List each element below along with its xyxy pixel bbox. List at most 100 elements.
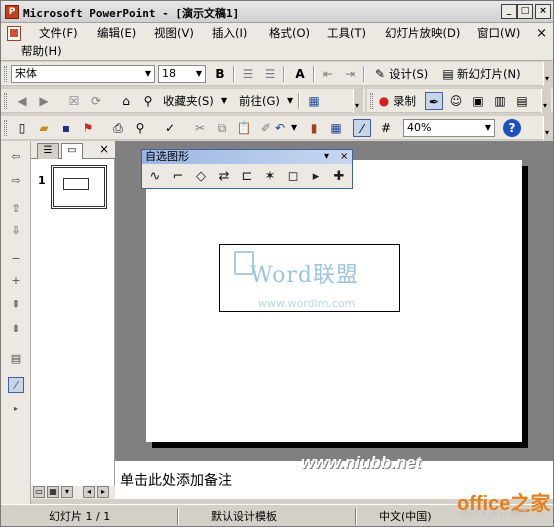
summary-slide-icon[interactable]: ▤ bbox=[8, 351, 24, 367]
close-pane-icon[interactable]: × bbox=[99, 142, 109, 156]
bullets-icon[interactable]: ☰ bbox=[261, 65, 279, 83]
show-formatting-icon[interactable]: ⁄ bbox=[8, 377, 24, 393]
increase-font-size-button[interactable]: A bbox=[291, 65, 309, 83]
record-button[interactable]: 录制 bbox=[393, 92, 416, 110]
toolbar-options-icon[interactable] bbox=[541, 89, 551, 113]
scroll-right-icon[interactable]: ▸ bbox=[97, 486, 109, 498]
flowchart-icon[interactable]: ⊏ bbox=[237, 167, 257, 187]
toolbar-menu-icon[interactable]: ▾ bbox=[324, 150, 329, 164]
menu-edit[interactable]: 编辑(E) bbox=[95, 24, 138, 42]
powerpoint-icon[interactable]: P bbox=[5, 5, 19, 19]
insert-chart-icon[interactable]: ▮ bbox=[305, 119, 323, 137]
record-icon[interactable]: ● bbox=[375, 92, 393, 110]
arrow-up-icon[interactable]: ⇧ bbox=[8, 201, 24, 217]
toolbar-options-icon[interactable] bbox=[543, 62, 553, 86]
menu-insert[interactable]: 插入(I) bbox=[210, 24, 249, 42]
paste-icon[interactable]: 📋 bbox=[235, 119, 253, 137]
outline-tab[interactable]: ☰ bbox=[37, 143, 59, 159]
slide-thumbnail[interactable] bbox=[51, 165, 107, 209]
toolbar-grip[interactable] bbox=[4, 93, 7, 109]
more-autoshapes-icon[interactable]: ✚ bbox=[329, 167, 349, 187]
show-web-toolbar-icon[interactable]: ▦ bbox=[305, 92, 323, 110]
increase-indent-icon[interactable]: ⇥ bbox=[341, 65, 359, 83]
chevron-down-icon[interactable]: ▼ bbox=[291, 119, 297, 137]
bold-button[interactable]: B bbox=[211, 65, 229, 83]
expand-all-icon[interactable]: ⇟ bbox=[8, 321, 24, 337]
arrow-right-icon[interactable]: ⇨ bbox=[8, 173, 24, 189]
toolbar-grip[interactable] bbox=[4, 66, 7, 82]
cut-icon[interactable]: ✂ bbox=[191, 119, 209, 137]
favorites-button[interactable]: 收藏夹(S) bbox=[163, 92, 214, 110]
print-preview-icon[interactable]: ⚲ bbox=[131, 119, 149, 137]
search-icon[interactable]: ⚲ bbox=[139, 92, 157, 110]
copy-icon[interactable]: ⧉ bbox=[213, 119, 231, 137]
go-button[interactable]: 前往(G) bbox=[239, 92, 280, 110]
broadcast-icon[interactable]: ▤ bbox=[513, 92, 531, 110]
chevron-down-icon[interactable]: ▼ bbox=[482, 120, 494, 136]
back-icon[interactable]: ◀ bbox=[13, 92, 31, 110]
stars-banners-icon[interactable]: ✶ bbox=[260, 167, 280, 187]
grid-icon[interactable]: # bbox=[377, 119, 395, 137]
print-icon[interactable]: ⎙ bbox=[109, 119, 127, 137]
autoshape-titlebar[interactable]: 自选图形 ▾ × bbox=[142, 150, 352, 164]
pen-icon[interactable]: ✒ bbox=[425, 92, 443, 110]
restore-button[interactable]: □ bbox=[517, 4, 533, 19]
collapse-all-icon[interactable]: ⇞ bbox=[8, 297, 24, 313]
arrow-left-icon[interactable]: ⇦ bbox=[8, 149, 24, 165]
font-size-combo[interactable]: 18 ▼ bbox=[158, 65, 206, 83]
arrow-down-icon[interactable]: ⇩ bbox=[8, 223, 24, 239]
normal-view-icon[interactable]: ▭ bbox=[33, 486, 45, 498]
document-icon[interactable] bbox=[7, 26, 21, 41]
chevron-down-icon[interactable]: ▼ bbox=[193, 66, 205, 82]
help-icon[interactable]: ? bbox=[503, 119, 521, 137]
close-toolbar-icon[interactable]: × bbox=[340, 150, 348, 164]
action-buttons-icon[interactable]: ▸ bbox=[306, 167, 326, 187]
callouts-icon[interactable]: ◻ bbox=[283, 167, 303, 187]
save-icon[interactable]: ▪ bbox=[57, 119, 75, 137]
permission-icon[interactable]: ⚑ bbox=[79, 119, 97, 137]
open-folder-icon[interactable]: ▰ bbox=[35, 119, 53, 137]
expand-icon[interactable]: + bbox=[8, 273, 24, 289]
spelling-icon[interactable]: ✓ bbox=[161, 119, 179, 137]
slideshow-icon[interactable]: ▾ bbox=[61, 486, 73, 498]
new-slide-button[interactable]: 新幻灯片(N) bbox=[457, 65, 521, 83]
toolbar-options-icon[interactable] bbox=[543, 116, 553, 140]
menu-view[interactable]: 视图(V) bbox=[152, 24, 196, 42]
publish-icon[interactable]: ▥ bbox=[491, 92, 509, 110]
numbering-icon[interactable]: ☰ bbox=[239, 65, 257, 83]
toolbar-grip[interactable] bbox=[4, 120, 7, 136]
presentation-icon[interactable]: ▣ bbox=[469, 92, 487, 110]
decrease-indent-icon[interactable]: ⇤ bbox=[319, 65, 337, 83]
menu-format[interactable]: 格式(O) bbox=[267, 24, 312, 42]
undo-icon[interactable]: ↶ bbox=[271, 119, 289, 137]
home-icon[interactable]: ⌂ bbox=[117, 92, 135, 110]
toolbar-options-icon[interactable] bbox=[353, 89, 363, 113]
chevron-down-icon[interactable]: ▼ bbox=[142, 66, 154, 82]
connectors-icon[interactable]: ⌐ bbox=[168, 167, 188, 187]
collapse-icon[interactable]: − bbox=[8, 251, 24, 267]
refresh-icon[interactable]: ⟳ bbox=[87, 92, 105, 110]
menu-file[interactable]: 文件(F) bbox=[37, 24, 80, 42]
zoom-combo[interactable]: 40% ▼ bbox=[403, 119, 495, 137]
toolbar-options-icon[interactable]: ▸ bbox=[8, 401, 24, 417]
new-slide-icon[interactable]: ▤ bbox=[439, 65, 457, 83]
menu-help[interactable]: 帮助(H) bbox=[19, 42, 64, 60]
chevron-down-icon[interactable]: ▼ bbox=[287, 92, 293, 110]
scroll-left-icon[interactable]: ◂ bbox=[83, 486, 95, 498]
forward-icon[interactable]: ▶ bbox=[35, 92, 53, 110]
menu-tools[interactable]: 工具(T) bbox=[325, 24, 368, 42]
chevron-down-icon[interactable]: ▼ bbox=[221, 92, 227, 110]
close-document-icon[interactable]: × bbox=[536, 26, 547, 41]
insert-table-icon[interactable]: ▦ bbox=[327, 119, 345, 137]
basic-shapes-icon[interactable]: ◇ bbox=[191, 167, 211, 187]
slide-sorter-icon[interactable]: ▦ bbox=[47, 486, 59, 498]
font-name-combo[interactable]: 宋体 ▼ bbox=[11, 65, 155, 83]
slides-tab[interactable]: ▭ bbox=[61, 143, 83, 159]
slide-canvas[interactable]: Word联盟 www.wordlm.com bbox=[146, 160, 522, 442]
menu-window[interactable]: 窗口(W) bbox=[475, 24, 522, 42]
design-button[interactable]: 设计(S) bbox=[389, 65, 428, 83]
menu-slideshow[interactable]: 幻灯片放映(D) bbox=[383, 24, 462, 42]
lines-icon[interactable]: ∿ bbox=[145, 167, 165, 187]
stop-icon[interactable]: ☒ bbox=[65, 92, 83, 110]
shape-placeholder[interactable]: Word联盟 www.wordlm.com bbox=[219, 244, 400, 312]
